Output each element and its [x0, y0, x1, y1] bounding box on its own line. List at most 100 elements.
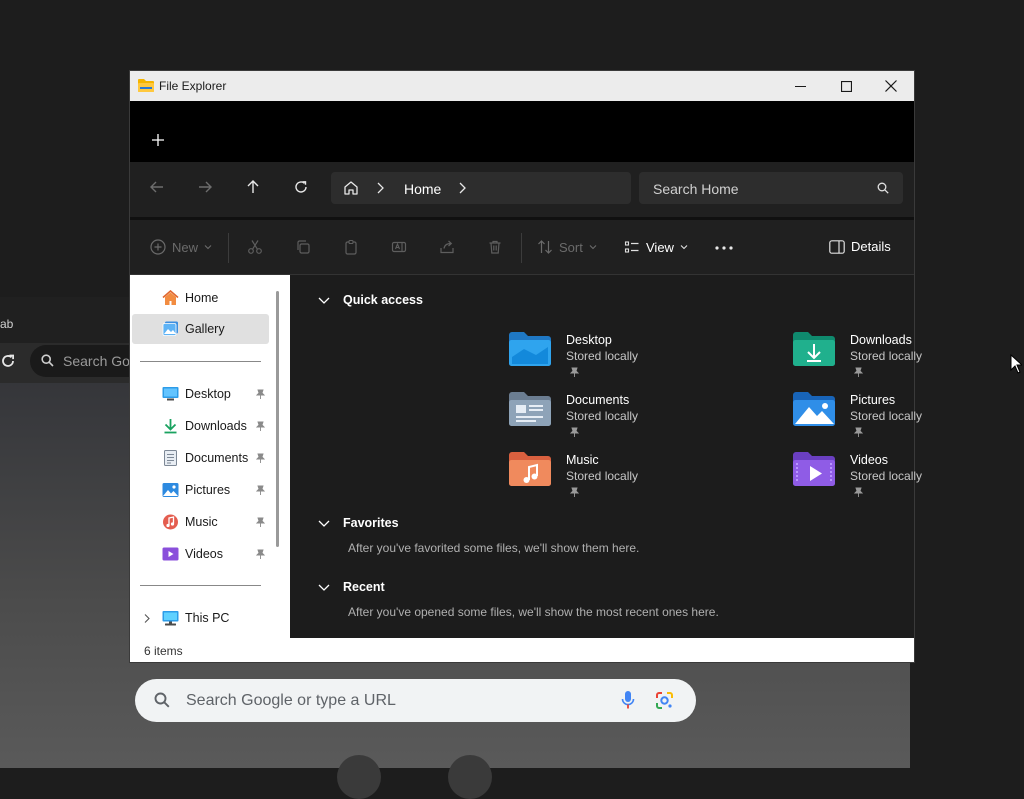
pin-icon[interactable]	[256, 389, 265, 399]
recent-title: Recent	[343, 580, 385, 594]
minimize-button[interactable]	[777, 71, 823, 101]
recent-header[interactable]: Recent	[318, 580, 385, 594]
chevron-down-icon	[318, 297, 330, 304]
navigation-pane-scrollbar[interactable]	[276, 291, 279, 547]
paste-icon[interactable]	[343, 239, 359, 255]
quick-access-header[interactable]: Quick access	[318, 293, 423, 307]
pin-icon[interactable]	[570, 367, 579, 377]
close-button[interactable]	[868, 71, 914, 101]
chevron-right-icon[interactable]	[458, 182, 466, 194]
new-label: New	[172, 239, 199, 255]
google-search-placeholder: Search Google or type a URL	[186, 692, 396, 709]
item-count: 6 items	[144, 644, 183, 658]
downloads-icon	[162, 418, 179, 434]
pin-icon[interactable]	[854, 367, 863, 377]
refresh-icon[interactable]	[294, 180, 308, 194]
new-button[interactable]: New	[150, 239, 212, 255]
pin-icon[interactable]	[570, 427, 579, 437]
browser-tab-label[interactable]: ab	[0, 317, 13, 331]
plus-circle-icon	[150, 239, 166, 255]
pin-icon[interactable]	[256, 549, 265, 559]
pin-icon[interactable]	[256, 421, 265, 431]
more-options-icon[interactable]	[715, 246, 733, 250]
chevron-right-icon[interactable]	[144, 614, 150, 623]
item-subtitle: Stored locally	[566, 409, 639, 423]
quick-access-item-music[interactable]: Music Stored locally	[508, 451, 758, 507]
title-bar[interactable]: File Explorer	[130, 71, 914, 101]
details-button[interactable]: Details	[829, 239, 891, 254]
google-search-box[interactable]: Search Google or type a URL	[135, 679, 696, 722]
nav-item-gallery[interactable]: Gallery	[132, 314, 269, 344]
file-explorer-icon	[138, 78, 154, 92]
share-icon[interactable]	[439, 239, 455, 255]
recent-empty-message: After you've opened some files, we'll sh…	[348, 605, 719, 619]
quick-access-item-downloads[interactable]: Downloads Stored locally	[792, 331, 1024, 387]
sort-button[interactable]: Sort	[537, 239, 597, 255]
pin-icon[interactable]	[854, 427, 863, 437]
nav-item-documents[interactable]: Documents	[132, 443, 269, 473]
nav-item-label: Downloads	[185, 419, 247, 433]
microphone-icon[interactable]	[621, 690, 635, 710]
view-icon	[624, 241, 639, 253]
item-name: Music	[566, 453, 599, 467]
nav-item-downloads[interactable]: Downloads	[132, 411, 269, 441]
rename-icon[interactable]	[391, 239, 407, 255]
nav-item-videos[interactable]: Videos	[132, 539, 269, 569]
documents-folder-icon	[508, 391, 552, 427]
nav-item-this-pc[interactable]: This PC	[132, 603, 269, 633]
nav-item-label: Gallery	[185, 322, 225, 336]
videos-icon	[162, 546, 179, 562]
pin-icon[interactable]	[256, 517, 265, 527]
up-arrow-icon[interactable]	[246, 180, 260, 194]
favorites-header[interactable]: Favorites	[318, 516, 399, 530]
favorites-empty-message: After you've favorited some files, we'll…	[348, 541, 640, 555]
videos-folder-icon	[792, 451, 836, 487]
nav-item-music[interactable]: Music	[132, 507, 269, 537]
shortcut-tile[interactable]	[337, 755, 381, 799]
nav-item-label: Home	[185, 291, 219, 305]
search-input[interactable]: Search Home	[639, 172, 903, 204]
view-button[interactable]: View	[624, 239, 688, 255]
separator	[521, 233, 522, 263]
chevron-right-icon[interactable]	[376, 182, 384, 194]
item-subtitle: Stored locally	[850, 409, 923, 423]
pictures-folder-icon	[792, 391, 836, 427]
nav-item-home[interactable]: Home	[132, 283, 269, 313]
copy-icon[interactable]	[295, 239, 311, 255]
home-icon	[162, 290, 179, 306]
cut-icon[interactable]	[247, 239, 263, 255]
breadcrumb-home[interactable]: Home	[404, 181, 441, 197]
maximize-button[interactable]	[823, 71, 869, 101]
omnibox-placeholder: Search Goo	[63, 353, 138, 369]
quick-access-item-documents[interactable]: Documents Stored locally	[508, 391, 758, 447]
nav-item-desktop[interactable]: Desktop	[132, 379, 269, 409]
delete-icon[interactable]	[487, 239, 503, 255]
quick-access-item-pictures[interactable]: Pictures Stored locally	[792, 391, 1024, 447]
chevron-down-icon	[204, 245, 212, 250]
nav-item-pictures[interactable]: Pictures	[132, 475, 269, 505]
new-tab-button[interactable]	[152, 134, 164, 146]
address-bar[interactable]: Home	[331, 172, 631, 204]
nav-item-label: Music	[185, 515, 218, 529]
quick-access-item-desktop[interactable]: Desktop Stored locally	[508, 331, 758, 387]
reload-icon[interactable]	[0, 353, 16, 369]
navigation-pane: Home Gallery Desktop Downloads Documents…	[130, 275, 290, 638]
pin-icon[interactable]	[256, 485, 265, 495]
home-icon[interactable]	[343, 180, 359, 196]
forward-arrow-icon[interactable]	[198, 180, 212, 194]
back-arrow-icon[interactable]	[150, 180, 164, 194]
shortcut-tile[interactable]	[448, 755, 492, 799]
pin-icon[interactable]	[570, 487, 579, 497]
pin-icon[interactable]	[256, 453, 265, 463]
favorites-title: Favorites	[343, 516, 399, 530]
pin-icon[interactable]	[854, 487, 863, 497]
search-icon	[877, 182, 889, 194]
downloads-folder-icon	[792, 331, 836, 367]
search-icon	[154, 692, 170, 708]
item-name: Documents	[566, 393, 630, 407]
details-pane-icon	[829, 239, 845, 254]
google-lens-icon[interactable]	[655, 691, 674, 710]
item-subtitle: Stored locally	[566, 349, 639, 363]
quick-access-item-videos[interactable]: Videos Stored locally	[792, 451, 1024, 507]
music-icon	[162, 514, 179, 530]
